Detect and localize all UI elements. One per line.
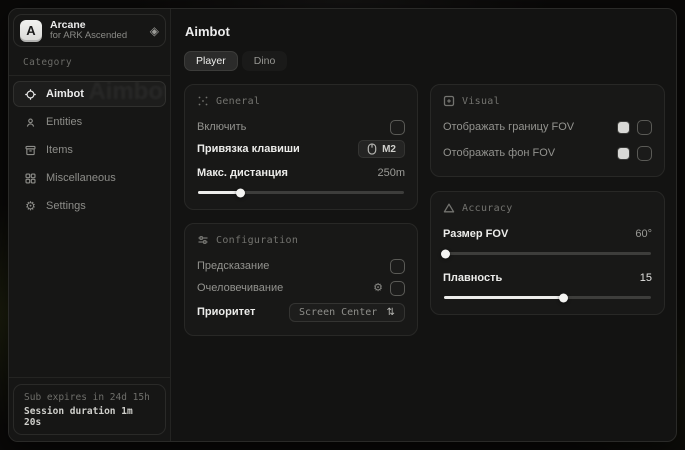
max-distance-slider[interactable] [198, 191, 404, 194]
max-distance-row: Макс. дистанция 250m [197, 162, 405, 184]
priority-select[interactable]: Screen Center ⇅ [289, 303, 405, 322]
humanization-settings-gear-icon[interactable]: ⚙ [373, 283, 383, 294]
sidebar-item-miscellaneous[interactable]: Miscellaneous [13, 165, 166, 191]
sidebar-item-label: Items [46, 144, 73, 156]
aperture-dots-icon [197, 95, 209, 107]
slider-thumb[interactable] [441, 249, 450, 258]
frame-plus-icon [443, 95, 455, 107]
humanization-checkbox[interactable] [390, 281, 405, 296]
fov-border-label: Отображать границу FOV [443, 121, 574, 133]
fov-size-slider[interactable] [444, 252, 651, 255]
keybind-row: Привязка клавиши M2 [197, 138, 405, 160]
crosshair-icon [24, 88, 37, 101]
fov-bg-color-swatch[interactable] [617, 147, 630, 160]
person-scan-icon [24, 116, 37, 129]
fov-bg-label: Отображать фон FOV [443, 147, 555, 159]
box-icon [24, 144, 37, 157]
compass-icon[interactable]: ◈ [150, 24, 159, 38]
fov-bg-checkbox[interactable] [637, 146, 652, 161]
humanization-row: Очеловечивание ⚙ [197, 277, 405, 299]
prediction-label: Предсказание [197, 260, 269, 272]
prediction-checkbox[interactable] [390, 259, 405, 274]
gear-icon: ⚙ [24, 200, 37, 213]
tab-bar: Player Dino [184, 51, 665, 71]
max-distance-label: Макс. дистанция [197, 167, 288, 179]
sidebar-item-items[interactable]: Items [13, 137, 166, 163]
smoothness-value: 15 [640, 272, 652, 284]
mouse-icon [367, 143, 377, 155]
fov-bg-row: Отображать фон FOV [443, 142, 652, 164]
fov-border-checkbox[interactable] [637, 120, 652, 135]
app-subtitle: for ARK Ascended [50, 31, 142, 42]
humanization-label: Очеловечивание [197, 282, 283, 294]
sliders-icon [197, 234, 209, 246]
general-panel: General Включить Привязка клавиши M2 [184, 84, 418, 210]
sidebar-item-label: Aimbot [46, 88, 84, 100]
sidebar-item-aimbot[interactable]: Aimbot Aimbot [13, 81, 166, 107]
keybind-value: M2 [382, 144, 396, 155]
fov-size-row: Размер FOV 60° [443, 223, 652, 245]
priority-row: Приоритет Screen Center ⇅ [197, 301, 405, 323]
brand-card: A Arcane for ARK Ascended ◈ [13, 14, 166, 47]
slider-thumb[interactable] [236, 188, 245, 197]
smoothness-slider[interactable] [444, 296, 651, 299]
fov-border-row: Отображать границу FOV [443, 116, 652, 138]
app-logo: A [20, 20, 42, 42]
accuracy-panel: Accuracy Размер FOV 60° Плавность 15 [430, 191, 665, 315]
subscription-card: Sub expires in 24d 15h Session duration … [13, 384, 166, 435]
visual-panel: Visual Отображать границу FOV Отображать… [430, 84, 665, 177]
page-title: Aimbot [185, 24, 665, 39]
sidebar-item-label: Entities [46, 116, 82, 128]
sidebar-item-settings[interactable]: ⚙ Settings [13, 193, 166, 219]
prediction-row: Предсказание [197, 255, 405, 277]
category-label: Category [23, 57, 170, 68]
ghost-watermark: Aimbot [88, 81, 166, 106]
sidebar-item-entities[interactable]: Entities [13, 109, 166, 135]
sidebar: A Arcane for ARK Ascended ◈ Category Aim… [9, 9, 171, 441]
enable-checkbox[interactable] [390, 120, 405, 135]
tab-player[interactable]: Player [184, 51, 238, 71]
enable-row: Включить [197, 116, 405, 138]
app-window: A Arcane for ARK Ascended ◈ Category Aim… [8, 8, 677, 442]
smoothness-label: Плавность [443, 272, 502, 284]
unfold-arrows-icon: ⇅ [387, 307, 395, 318]
panel-title: Configuration [216, 235, 298, 246]
footer-divider [9, 377, 170, 378]
main-content: Aimbot Player Dino General Включить [171, 9, 676, 441]
slider-thumb[interactable] [559, 293, 568, 302]
sidebar-item-label: Miscellaneous [46, 172, 116, 184]
priority-label: Приоритет [197, 306, 255, 318]
keybind-button[interactable]: M2 [358, 140, 405, 158]
tab-dino[interactable]: Dino [242, 51, 288, 71]
max-distance-value: 250m [377, 167, 405, 179]
panel-title: General [216, 96, 260, 107]
fov-size-label: Размер FOV [443, 228, 508, 240]
fov-border-color-swatch[interactable] [617, 121, 630, 134]
panel-title: Visual [462, 96, 500, 107]
configuration-panel: Configuration Предсказание Очеловечивани… [184, 223, 418, 336]
session-duration-text: Session duration 1m 20s [24, 406, 155, 428]
sub-expires-text: Sub expires in 24d 15h [24, 392, 155, 403]
fov-size-value: 60° [635, 228, 652, 240]
enable-label: Включить [197, 121, 246, 133]
triangle-icon [443, 202, 455, 214]
sidebar-item-label: Settings [46, 200, 86, 212]
smoothness-row: Плавность 15 [443, 267, 652, 289]
keybind-label: Привязка клавиши [197, 143, 300, 155]
panel-title: Accuracy [462, 203, 513, 214]
sidebar-nav: Aimbot Aimbot Entities Items Miscellane [9, 76, 170, 224]
priority-selected-value: Screen Center [299, 307, 377, 318]
grid-icon [24, 172, 37, 185]
